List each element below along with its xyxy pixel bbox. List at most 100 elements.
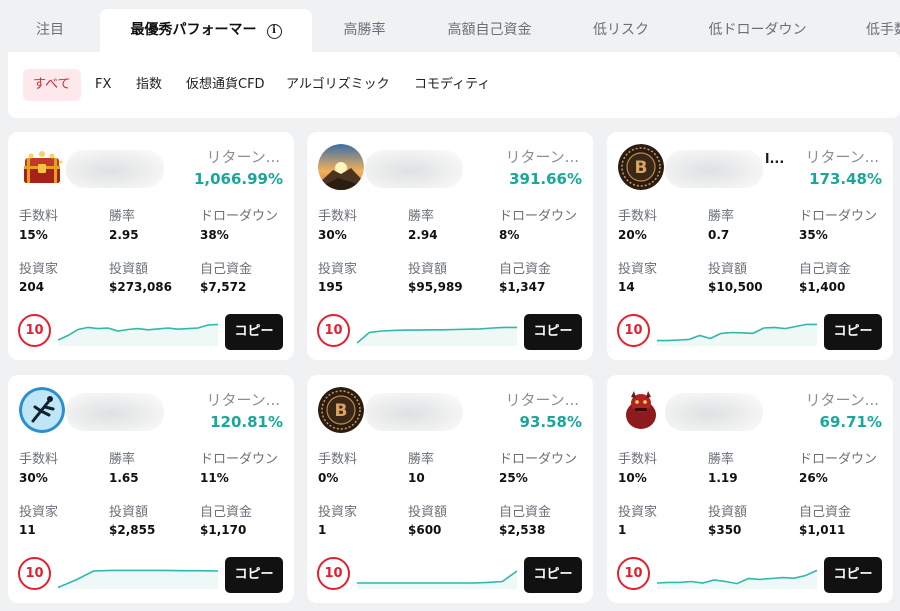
strategy-card[interactable]: Bl... リターン... 173.48% 手数料 勝率 ドローダウン 20% 0.7 35% 投… <box>607 132 893 360</box>
investors-value: 1 <box>318 523 327 537</box>
win-rate-value: 1.65 <box>109 471 139 485</box>
drawdown-label: ドローダウン <box>499 452 578 467</box>
filter-commodities[interactable]: コモディティ <box>404 69 500 101</box>
tab-low-drawdown[interactable]: 低ドローダウン <box>680 9 835 52</box>
tab-label: 低ドローダウン <box>708 22 807 38</box>
win-rate-value: 0.7 <box>708 228 730 242</box>
trader-name-suffix: l... <box>765 152 785 167</box>
invested-value: $95,989 <box>408 280 463 294</box>
investors-value: 204 <box>19 280 45 294</box>
strategy-card[interactable]: リターン... 1,066.99% 手数料 勝率 ドローダウン 15% 2.95 38% 投資家… <box>8 132 294 360</box>
win-rate-label: 勝率 <box>109 452 136 467</box>
invested-label: 投資額 <box>408 505 448 520</box>
performance-sparkline <box>58 569 218 589</box>
win-rate-value: 10 <box>408 471 425 485</box>
svg-text:B: B <box>635 158 648 178</box>
sparkline-line <box>357 570 517 584</box>
strategy-card[interactable]: B リターン... 93.58% 手数料 勝率 ドローダウン 0% 10 25% 投資家 投資額 自己… <box>307 375 593 603</box>
investors-value: 11 <box>19 523 36 537</box>
trader-avatar[interactable] <box>318 144 364 190</box>
equity-value: $2,538 <box>499 523 546 537</box>
tab-high-equity[interactable]: 高額自己資金 <box>417 9 562 52</box>
tab-low-risk[interactable]: 低リスク <box>562 9 680 52</box>
return-label: リターン... <box>206 148 280 166</box>
copy-button[interactable]: コピー <box>524 314 582 350</box>
win-rate-value: 1.19 <box>708 471 738 485</box>
invested-label: 投資額 <box>408 262 448 277</box>
win-rate-label: 勝率 <box>408 209 435 224</box>
win-rate-value: 2.94 <box>408 228 438 242</box>
return-label: リターン... <box>505 148 579 166</box>
tab-high-win-rate[interactable]: 高勝率 <box>312 9 417 52</box>
drawdown-value: 26% <box>799 471 828 485</box>
tab-low-fee[interactable]: 低手数 <box>866 9 900 52</box>
performance-sparkline <box>357 326 517 346</box>
win-rate-label: 勝率 <box>708 209 735 224</box>
investors-label: 投資家 <box>19 505 59 520</box>
equity-label: 自己資金 <box>499 505 552 520</box>
return-value: 173.48% <box>809 170 882 188</box>
blurred-trader-name[interactable] <box>365 393 463 431</box>
blurred-trader-name[interactable] <box>66 393 164 431</box>
strategy-card[interactable]: リターン... 69.71% 手数料 勝率 ドローダウン 10% 1.19 26% 投資家 投資額… <box>607 375 893 603</box>
risk-level-badge: 10 <box>18 557 51 590</box>
equity-label: 自己資金 <box>200 262 253 277</box>
filter-crypto-cfd[interactable]: 仮想通貨CFD <box>176 69 275 101</box>
trader-avatar[interactable]: B <box>318 387 364 433</box>
win-rate-label: 勝率 <box>408 452 435 467</box>
win-rate-value: 2.95 <box>109 228 139 242</box>
return-value: 69.71% <box>819 413 882 431</box>
blurred-trader-name[interactable] <box>365 150 463 188</box>
trader-avatar[interactable] <box>19 387 65 433</box>
invested-value: $10,500 <box>708 280 763 294</box>
return-value: 120.81% <box>210 413 283 431</box>
fee-value: 0% <box>318 471 339 485</box>
blurred-trader-name[interactable] <box>665 150 763 188</box>
risk-level-badge: 10 <box>617 314 650 347</box>
tab-label: 注目 <box>36 22 64 38</box>
svg-text:B: B <box>335 401 348 421</box>
copy-button[interactable]: コピー <box>524 557 582 593</box>
copy-button[interactable]: コピー <box>225 314 283 350</box>
fee-label: 手数料 <box>618 452 658 467</box>
tab-label: 高勝率 <box>343 22 386 38</box>
invested-value: $350 <box>708 523 742 537</box>
invested-label: 投資額 <box>708 505 748 520</box>
filter-indices[interactable]: 指数 <box>126 69 172 101</box>
copy-button[interactable]: コピー <box>824 314 882 350</box>
info-icon[interactable]: i <box>266 24 282 39</box>
fee-value: 30% <box>19 471 48 485</box>
trader-avatar[interactable] <box>19 144 65 190</box>
blurred-trader-name[interactable] <box>665 393 763 431</box>
trader-avatar[interactable]: B <box>618 144 664 190</box>
investors-value: 195 <box>318 280 344 294</box>
fee-label: 手数料 <box>618 209 658 224</box>
filter-algorithmic[interactable]: アルゴリズミック <box>276 69 400 101</box>
equity-label: 自己資金 <box>200 505 253 520</box>
tab-top-performers[interactable]: 最優秀パフォーマー i <box>100 9 312 52</box>
equity-value: $1,170 <box>200 523 247 537</box>
strategy-card[interactable]: リターン... 120.81% 手数料 勝率 ドローダウン 30% 1.65 11% 投資家 投資… <box>8 375 294 603</box>
drawdown-label: ドローダウン <box>799 209 878 224</box>
copy-button[interactable]: コピー <box>225 557 283 593</box>
fee-label: 手数料 <box>318 209 358 224</box>
blurred-trader-name[interactable] <box>66 150 164 188</box>
equity-value: $1,011 <box>799 523 846 537</box>
filter-fx[interactable]: FX <box>85 69 121 101</box>
performance-sparkline <box>657 569 817 589</box>
tab-label: 低リスク <box>593 22 649 38</box>
invested-label: 投資額 <box>109 505 149 520</box>
copy-button[interactable]: コピー <box>824 557 882 593</box>
performance-sparkline <box>357 570 517 589</box>
investors-value: 1 <box>618 523 627 537</box>
return-value: 391.66% <box>509 170 582 188</box>
trader-avatar[interactable] <box>618 387 664 433</box>
investors-value: 14 <box>618 280 635 294</box>
tab-label: 高額自己資金 <box>447 22 532 38</box>
return-label: リターン... <box>505 391 579 409</box>
filter-all[interactable]: すべて <box>23 69 81 101</box>
tab-featured[interactable]: 注目 <box>0 9 100 52</box>
drawdown-value: 8% <box>499 228 520 242</box>
fee-label: 手数料 <box>19 209 59 224</box>
strategy-card[interactable]: リターン... 391.66% 手数料 勝率 ドローダウン 30% 2.94 8% 投資家 投資額… <box>307 132 593 360</box>
